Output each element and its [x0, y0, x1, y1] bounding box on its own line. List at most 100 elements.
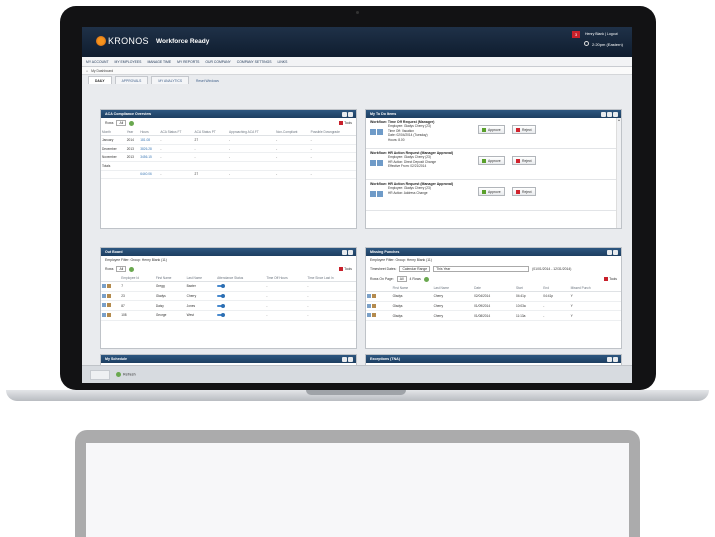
column-header[interactable]: Employee Id — [120, 274, 155, 283]
tools-menu[interactable]: Tools — [339, 267, 352, 272]
refresh-icon[interactable] — [129, 120, 135, 126]
panel-minimize-icon[interactable] — [348, 111, 353, 117]
table-row: November 2013 3456.15- - - - - — [101, 152, 356, 162]
tab-approvals[interactable]: APPROVALS — [114, 76, 149, 84]
column-header[interactable]: Last Name — [432, 284, 474, 293]
edit-icon[interactable] — [102, 293, 106, 298]
todo-detail-line: Employee: Gladys Cherry (23) — [388, 124, 431, 128]
timesheet-period-select[interactable]: This Year — [433, 266, 530, 272]
table-cell: - — [228, 152, 276, 162]
column-header[interactable]: Non-Compliant — [275, 128, 310, 137]
home-icon[interactable]: ⌂ — [86, 69, 88, 73]
refresh-icon[interactable] — [129, 266, 135, 272]
column-header[interactable]: Possible Downgrade — [309, 128, 356, 137]
green-flag-icon — [482, 127, 486, 132]
end: - — [542, 301, 570, 312]
todo-detail-line: Hours: 8.00 — [388, 137, 405, 142]
edit-icon[interactable] — [102, 283, 106, 288]
column-header[interactable]: Year — [125, 128, 140, 137]
column-header[interactable]: First Name — [391, 284, 433, 293]
edit-icon[interactable] — [102, 303, 106, 308]
tools-label: Tools — [609, 276, 617, 281]
column-header[interactable]: End — [542, 284, 570, 293]
panel-minimize-icon[interactable] — [348, 356, 353, 362]
rows-select[interactable]: All — [396, 276, 407, 282]
nav-company-settings[interactable]: COMPANY SETTINGS — [237, 60, 272, 64]
nav-my-reports[interactable]: MY REPORTS — [177, 60, 199, 64]
approve-button[interactable]: Approve — [478, 156, 505, 165]
panel-settings-icon[interactable] — [607, 249, 612, 255]
reset-windows-link[interactable]: Reset Windows — [192, 77, 223, 84]
table-cell: - — [309, 152, 356, 162]
column-header[interactable]: Start — [514, 284, 543, 293]
timesheet-dates-row: Timesheet Dates: Calendar Range This Yea… — [366, 264, 621, 274]
last-name: Cherry — [432, 301, 474, 312]
approve-button[interactable]: Approve — [478, 187, 505, 196]
edit-icon[interactable] — [367, 293, 371, 298]
red-flag-icon — [516, 127, 520, 132]
rows-select[interactable]: All — [116, 120, 127, 126]
column-header[interactable]: Date — [473, 284, 515, 293]
column-header[interactable]: ACA Status PT — [193, 128, 229, 137]
column-header[interactable]: Time Since Last In — [306, 274, 356, 283]
panel-settings-icon[interactable] — [607, 356, 612, 362]
reject-button[interactable]: Reject — [512, 125, 536, 134]
time-off-hours: - — [265, 281, 307, 292]
refresh-icon[interactable] — [423, 276, 429, 282]
nav-manage-time[interactable]: MANAGE TIME — [147, 60, 171, 64]
column-header[interactable]: Time Off Hours — [265, 274, 307, 283]
column-header[interactable]: First Name — [154, 274, 186, 283]
first-name: Gladys — [391, 310, 433, 321]
rows-select[interactable]: All — [116, 266, 127, 272]
panel-settings-icon[interactable] — [342, 111, 347, 117]
first-name: Daisy — [154, 300, 186, 311]
column-header[interactable]: Month — [101, 128, 126, 137]
panel-settings-icon[interactable] — [342, 249, 347, 255]
panel-close-icon[interactable] — [613, 111, 618, 117]
refresh-button[interactable]: Refresh — [116, 372, 136, 377]
table-cell: 27 — [193, 170, 229, 180]
approve-button[interactable]: Approve — [478, 125, 505, 134]
green-flag-icon — [482, 158, 486, 163]
column-header[interactable]: ACA Status FT — [159, 128, 194, 137]
column-header[interactable]: Last Name — [185, 274, 217, 283]
time-off-hours: - — [265, 291, 307, 302]
reject-button[interactable]: Reject — [512, 156, 536, 165]
table-cell: - — [159, 152, 194, 162]
alert-badge[interactable]: 3 — [572, 31, 580, 38]
nav-my-account[interactable]: MY ACCOUNT — [86, 60, 109, 64]
nav-my-employees[interactable]: MY EMPLOYEES — [115, 60, 142, 64]
table-cell: November — [101, 152, 126, 162]
edit-icon[interactable] — [367, 303, 371, 308]
reject-button[interactable]: Reject — [512, 187, 536, 196]
panel-settings-icon[interactable] — [601, 111, 606, 117]
user-links[interactable]: Henry Blank | Logout — [585, 32, 618, 36]
nav-links[interactable]: LINKS — [278, 60, 288, 64]
panel-minimize-icon[interactable] — [613, 356, 618, 362]
aca-table: Month Year Hours ACA Status FT ACA Status PT… — [101, 128, 356, 180]
edit-icon[interactable] — [102, 312, 106, 317]
quick-icon[interactable] — [90, 370, 110, 380]
column-header[interactable]: Attendance Status — [216, 274, 266, 283]
column-header[interactable]: Approaching ACA FT — [228, 128, 276, 137]
panel-settings-icon[interactable] — [342, 356, 347, 362]
tools-menu[interactable]: Tools — [604, 276, 617, 282]
row-icons — [367, 313, 376, 318]
edit-icon[interactable] — [367, 313, 371, 318]
row-icons-cell — [366, 301, 392, 312]
tab-daily[interactable]: DAILY — [88, 76, 112, 84]
nav-our-company[interactable]: OUR COMPANY — [205, 60, 230, 64]
tools-menu[interactable]: Tools — [339, 121, 352, 126]
timesheet-range-select[interactable]: Calendar Range — [399, 266, 431, 272]
panel-minimize-icon[interactable] — [348, 249, 353, 255]
todo-scrollbar[interactable]: ▲ — [616, 118, 621, 228]
person-icon — [107, 283, 111, 288]
employee-id: 87 — [120, 300, 155, 311]
column-header[interactable]: Missed Punch — [569, 284, 621, 293]
last-name: Jones — [185, 300, 217, 311]
tab-my-analytics[interactable]: MY ANALYTICS — [151, 76, 190, 84]
outboard-toolbar: Rows All Tools — [101, 264, 356, 274]
column-header[interactable]: Hours — [139, 128, 160, 137]
panel-minimize-icon[interactable] — [607, 111, 612, 117]
panel-minimize-icon[interactable] — [613, 249, 618, 255]
